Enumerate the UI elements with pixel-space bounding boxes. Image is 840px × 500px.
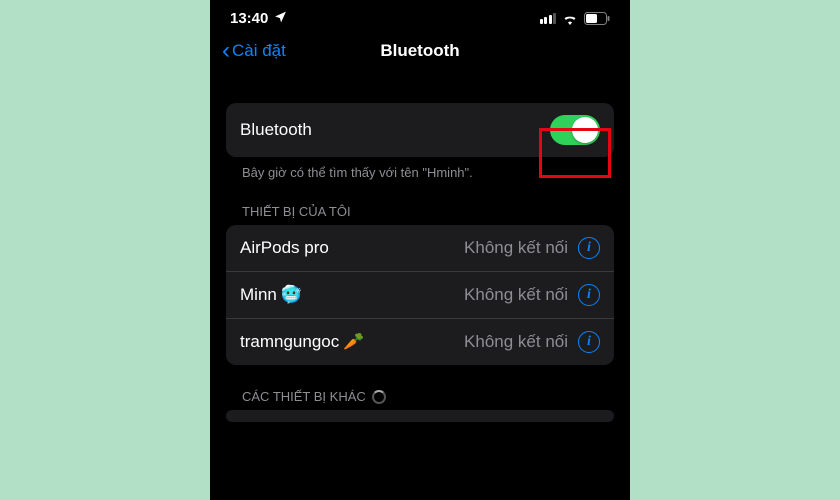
device-name: tramngungoc 🥕 <box>240 332 364 352</box>
status-right <box>540 12 611 25</box>
device-row[interactable]: AirPods pro Không kết nối i <box>226 225 614 271</box>
my-devices-header: THIẾT BỊ CỦA TÔI <box>226 180 614 225</box>
device-name: AirPods pro <box>240 238 333 258</box>
info-icon[interactable]: i <box>578 237 600 259</box>
device-row[interactable]: Minn🥶 Không kết nối i <box>226 271 614 318</box>
battery-icon <box>584 12 610 25</box>
bluetooth-label: Bluetooth <box>240 120 312 140</box>
info-icon[interactable]: i <box>578 331 600 353</box>
spinner-icon <box>372 390 386 404</box>
nav-header: ‹ Cài đặt Bluetooth <box>210 31 630 77</box>
page-title: Bluetooth <box>380 41 459 61</box>
bluetooth-toggle-group: Bluetooth <box>226 103 614 157</box>
device-row[interactable]: tramngungoc 🥕 Không kết nối i <box>226 318 614 365</box>
device-status: Không kết nối <box>464 332 568 352</box>
device-status: Không kết nối <box>464 238 568 258</box>
chevron-left-icon: ‹ <box>222 39 230 63</box>
wifi-icon <box>562 13 578 25</box>
content: Bluetooth Bây giờ có thể tìm thấy với tê… <box>210 103 630 422</box>
bluetooth-toggle[interactable] <box>550 115 600 145</box>
discoverable-note: Bây giờ có thể tìm thấy với tên "Hminh". <box>226 157 614 180</box>
status-left: 13:40 <box>230 10 287 27</box>
other-devices-list <box>226 410 614 422</box>
back-button[interactable]: ‹ Cài đặt <box>222 39 286 63</box>
device-name: Minn🥶 <box>240 285 302 305</box>
status-time: 13:40 <box>230 10 268 27</box>
cellular-signal-icon <box>540 13 557 24</box>
status-bar: 13:40 <box>210 0 630 31</box>
phone-screen: 13:40 ‹ Cài đặt Bluetooth <box>210 0 630 500</box>
location-icon <box>274 10 287 27</box>
bluetooth-toggle-row[interactable]: Bluetooth <box>226 103 614 157</box>
info-icon[interactable]: i <box>578 284 600 306</box>
other-devices-header: CÁC THIẾT BỊ KHÁC <box>226 365 614 410</box>
back-label: Cài đặt <box>232 41 286 61</box>
device-status: Không kết nối <box>464 285 568 305</box>
my-devices-list: AirPods pro Không kết nối i Minn🥶 Không … <box>226 225 614 365</box>
